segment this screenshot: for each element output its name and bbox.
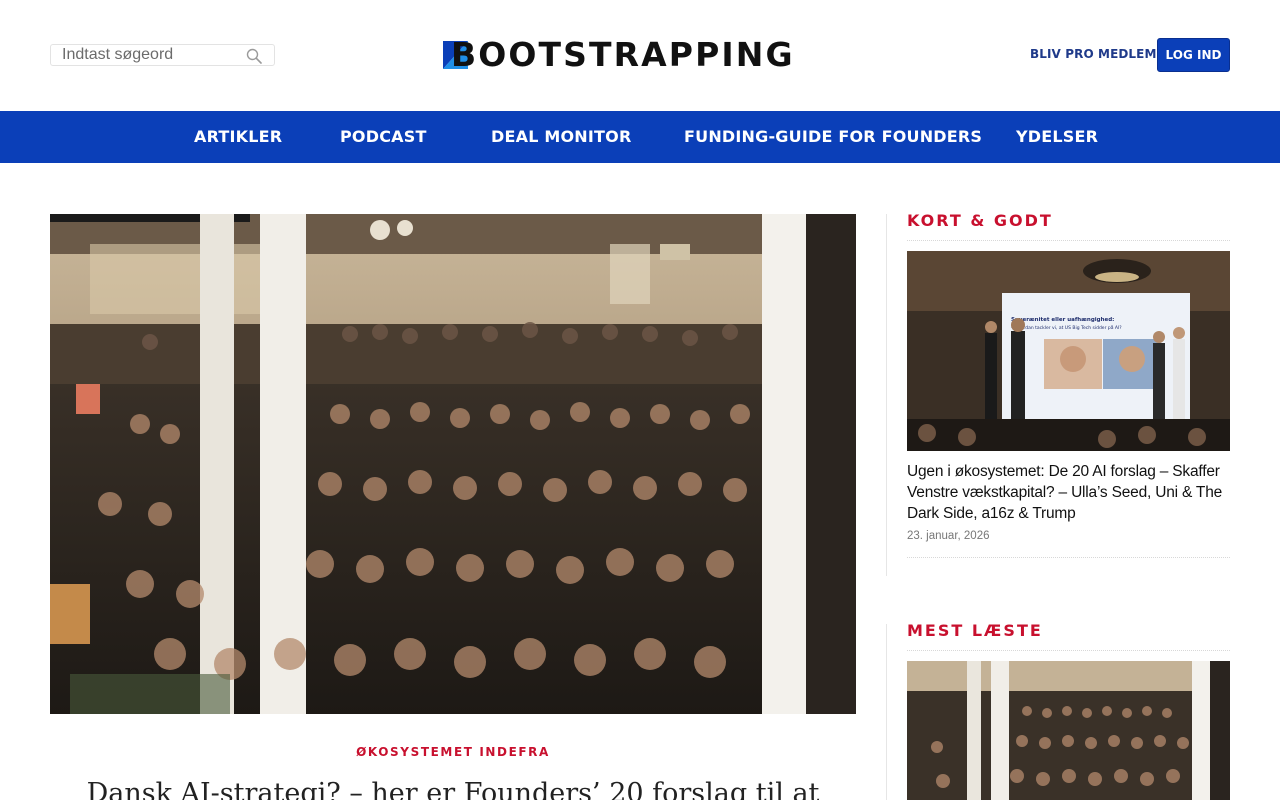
section-title-mest-laeste: MEST LÆSTE [907,621,1043,640]
search-icon[interactable] [246,48,262,64]
nav-item-deal-monitor[interactable]: DEAL MONITOR [491,111,631,163]
hero-image[interactable] [50,214,856,714]
site-header: BOOTSTRAPPING BLIV PRO MEDLEM LOG IND [0,0,1280,111]
nav-item-ydelser[interactable]: YDELSER [1016,111,1098,163]
kort-godt-article-title[interactable]: Ugen i økosystemet: De 20 AI forslag – S… [907,461,1230,524]
sidebar-divider [886,624,887,800]
kort-godt-article-date: 23. januar, 2026 [907,530,990,542]
mest-laeste-article-image[interactable] [907,661,1230,800]
article-headline[interactable]: Dansk AI-strategi? – her er Founders’ 20… [50,778,856,800]
nav-item-artikler[interactable]: ARTIKLER [194,111,282,163]
become-pro-link[interactable]: BLIV PRO MEDLEM [1030,47,1157,61]
logo-wordmark: BOOTSTRAPPING [451,35,795,74]
main-nav: ARTIKLER PODCAST DEAL MONITOR FUNDING-GU… [0,111,1280,163]
nav-item-podcast[interactable]: PODCAST [340,111,427,163]
nav-item-funding-guide[interactable]: FUNDING-GUIDE FOR FOUNDERS [684,111,982,163]
article-category[interactable]: ØKOSYSTEMET INDEFRA [50,745,856,759]
slide-text-line2: – Hvordan tackler vi, at US Big Tech sid… [1011,324,1122,331]
search-box[interactable] [50,44,275,66]
kort-godt-article-image[interactable]: Suverænitet eller uafhængighed: – Hvorda… [907,251,1230,451]
site-logo[interactable]: BOOTSTRAPPING [443,35,838,74]
section-title-kort-godt: KORT & GODT [907,211,1053,230]
section-divider [907,650,1230,651]
sidebar-divider [886,214,887,576]
search-input[interactable] [51,45,241,65]
section-divider [907,240,1230,241]
slide-text-line1: Suverænitet eller uafhængighed: [1011,317,1114,323]
section-divider [907,557,1230,558]
login-button[interactable]: LOG IND [1157,38,1230,72]
